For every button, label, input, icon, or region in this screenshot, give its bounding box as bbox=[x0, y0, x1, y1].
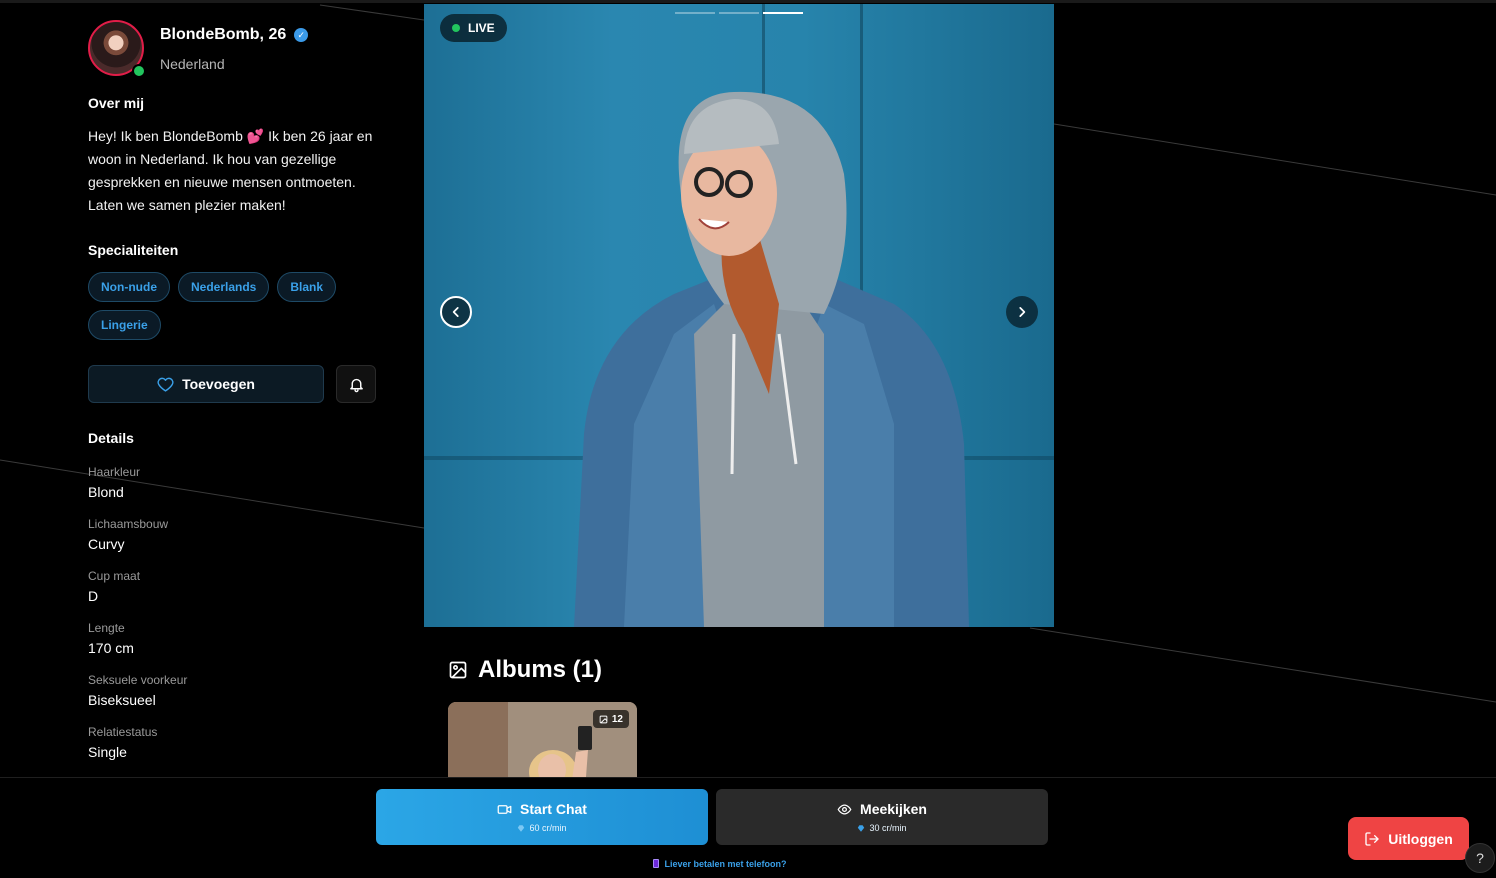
carousel-next-button[interactable] bbox=[1006, 296, 1038, 328]
add-favorite-label: Toevoegen bbox=[182, 376, 255, 392]
detail-value: Curvy bbox=[88, 536, 125, 552]
watch-label: Meekijken bbox=[860, 801, 927, 817]
details-title: Details bbox=[88, 430, 134, 446]
verified-icon: ✓ bbox=[294, 28, 309, 42]
start-chat-main: Start Chat bbox=[497, 801, 587, 817]
details-list: Haarkleur Blond Lichaamsbouw Curvy Cup m… bbox=[88, 464, 378, 776]
detail-label: Lengte bbox=[88, 621, 125, 635]
detail-value: Blond bbox=[88, 484, 124, 500]
diamond-icon bbox=[858, 824, 865, 832]
heart-icon bbox=[157, 377, 174, 392]
detail-label: Relatiestatus bbox=[88, 725, 158, 739]
logout-icon bbox=[1365, 831, 1379, 846]
image-icon bbox=[449, 661, 467, 679]
specialties-list: Non-nude Nederlands Blank Lingerie bbox=[88, 272, 378, 340]
pay-by-phone-link[interactable]: Liever betalen met telefoon? bbox=[0, 859, 1440, 869]
image-icon bbox=[599, 715, 608, 723]
notify-button[interactable] bbox=[336, 365, 376, 403]
detail-item: Cup maat D bbox=[88, 568, 378, 620]
watch-price-value: 30 cr/min bbox=[869, 823, 907, 833]
profile-country: Nederland bbox=[160, 56, 225, 72]
carousel-indicator[interactable] bbox=[719, 12, 759, 14]
start-chat-label: Start Chat bbox=[520, 801, 587, 817]
logout-label: Uitloggen bbox=[1388, 830, 1453, 847]
start-chat-button[interactable]: Start Chat 60 cr/min bbox=[376, 789, 708, 845]
photo-carousel[interactable]: LIVE bbox=[424, 4, 1054, 627]
detail-item: Lichaamsbouw Curvy bbox=[88, 516, 378, 568]
eye-icon bbox=[837, 803, 852, 815]
detail-item: Seksuele voorkeur Biseksueel bbox=[88, 672, 378, 724]
online-status-dot bbox=[132, 64, 146, 78]
logout-button[interactable]: Uitloggen bbox=[1348, 817, 1469, 860]
specialty-tag[interactable]: Lingerie bbox=[88, 310, 161, 340]
albums-title: Albums (1) bbox=[478, 656, 603, 683]
detail-value: D bbox=[88, 588, 99, 604]
phone-icon bbox=[653, 859, 660, 868]
carousel-prev-button[interactable] bbox=[440, 296, 472, 328]
carousel-indicator-active[interactable] bbox=[763, 12, 803, 14]
carousel-indicators bbox=[675, 12, 803, 14]
help-button[interactable]: ? bbox=[1465, 843, 1495, 873]
live-badge: LIVE bbox=[440, 14, 507, 42]
watch-price: 30 cr/min bbox=[857, 823, 907, 833]
about-title: Over mij bbox=[88, 95, 145, 111]
profile-name: BlondeBomb, 26 bbox=[160, 26, 287, 43]
top-divider bbox=[0, 0, 1496, 3]
about-text: Hey! Ik ben BlondeBomb 💕 Ik ben 26 jaar … bbox=[88, 128, 373, 213]
detail-value: Single bbox=[88, 744, 127, 760]
chevron-right-icon bbox=[1019, 307, 1026, 317]
detail-item: Haarkleur Blond bbox=[88, 464, 378, 516]
detail-item: Lengte 170 cm bbox=[88, 620, 378, 672]
detail-label: Cup maat bbox=[88, 569, 141, 583]
detail-label: Seksuele voorkeur bbox=[88, 673, 188, 687]
specialties-title: Specialiteiten bbox=[88, 242, 179, 258]
diamond-icon bbox=[518, 824, 525, 832]
specialty-tag[interactable]: Nederlands bbox=[178, 272, 270, 302]
start-chat-price-value: 60 cr/min bbox=[529, 823, 567, 833]
carousel-indicator[interactable] bbox=[675, 12, 715, 14]
album-count-value: 12 bbox=[611, 713, 623, 725]
start-chat-price: 60 cr/min bbox=[517, 823, 567, 833]
album-card[interactable]: 12 bbox=[448, 702, 637, 782]
albums-header: Albums (1) bbox=[448, 656, 602, 684]
video-camera-icon bbox=[497, 804, 512, 814]
profile-header: BlondeBomb, 26 ✓ bbox=[160, 26, 309, 44]
pay-by-phone-label: Liever betalen met telefoon? bbox=[664, 859, 787, 869]
detail-value: Biseksueel bbox=[88, 692, 156, 708]
chevron-left-icon bbox=[452, 307, 459, 317]
specialty-tag[interactable]: Non-nude bbox=[88, 272, 170, 302]
detail-value: 170 cm bbox=[88, 640, 134, 656]
bottom-action-bar: Start Chat 60 cr/min Meekijken 30 cr/min… bbox=[0, 777, 1496, 878]
bell-icon bbox=[349, 378, 363, 392]
specialty-tag[interactable]: Blank bbox=[277, 272, 337, 302]
detail-item: Relatiestatus Single bbox=[88, 724, 378, 776]
avatar[interactable] bbox=[88, 20, 146, 78]
watch-button[interactable]: Meekijken 30 cr/min bbox=[716, 789, 1048, 845]
watch-main: Meekijken bbox=[837, 801, 927, 817]
detail-label: Lichaamsbouw bbox=[88, 517, 169, 531]
detail-label: Haarkleur bbox=[88, 465, 141, 479]
add-favorite-button[interactable]: Toevoegen bbox=[88, 365, 324, 403]
live-dot-icon bbox=[452, 24, 460, 32]
profile-photo bbox=[574, 91, 969, 627]
album-photo-count: 12 bbox=[592, 710, 629, 728]
live-label: LIVE bbox=[468, 21, 495, 35]
